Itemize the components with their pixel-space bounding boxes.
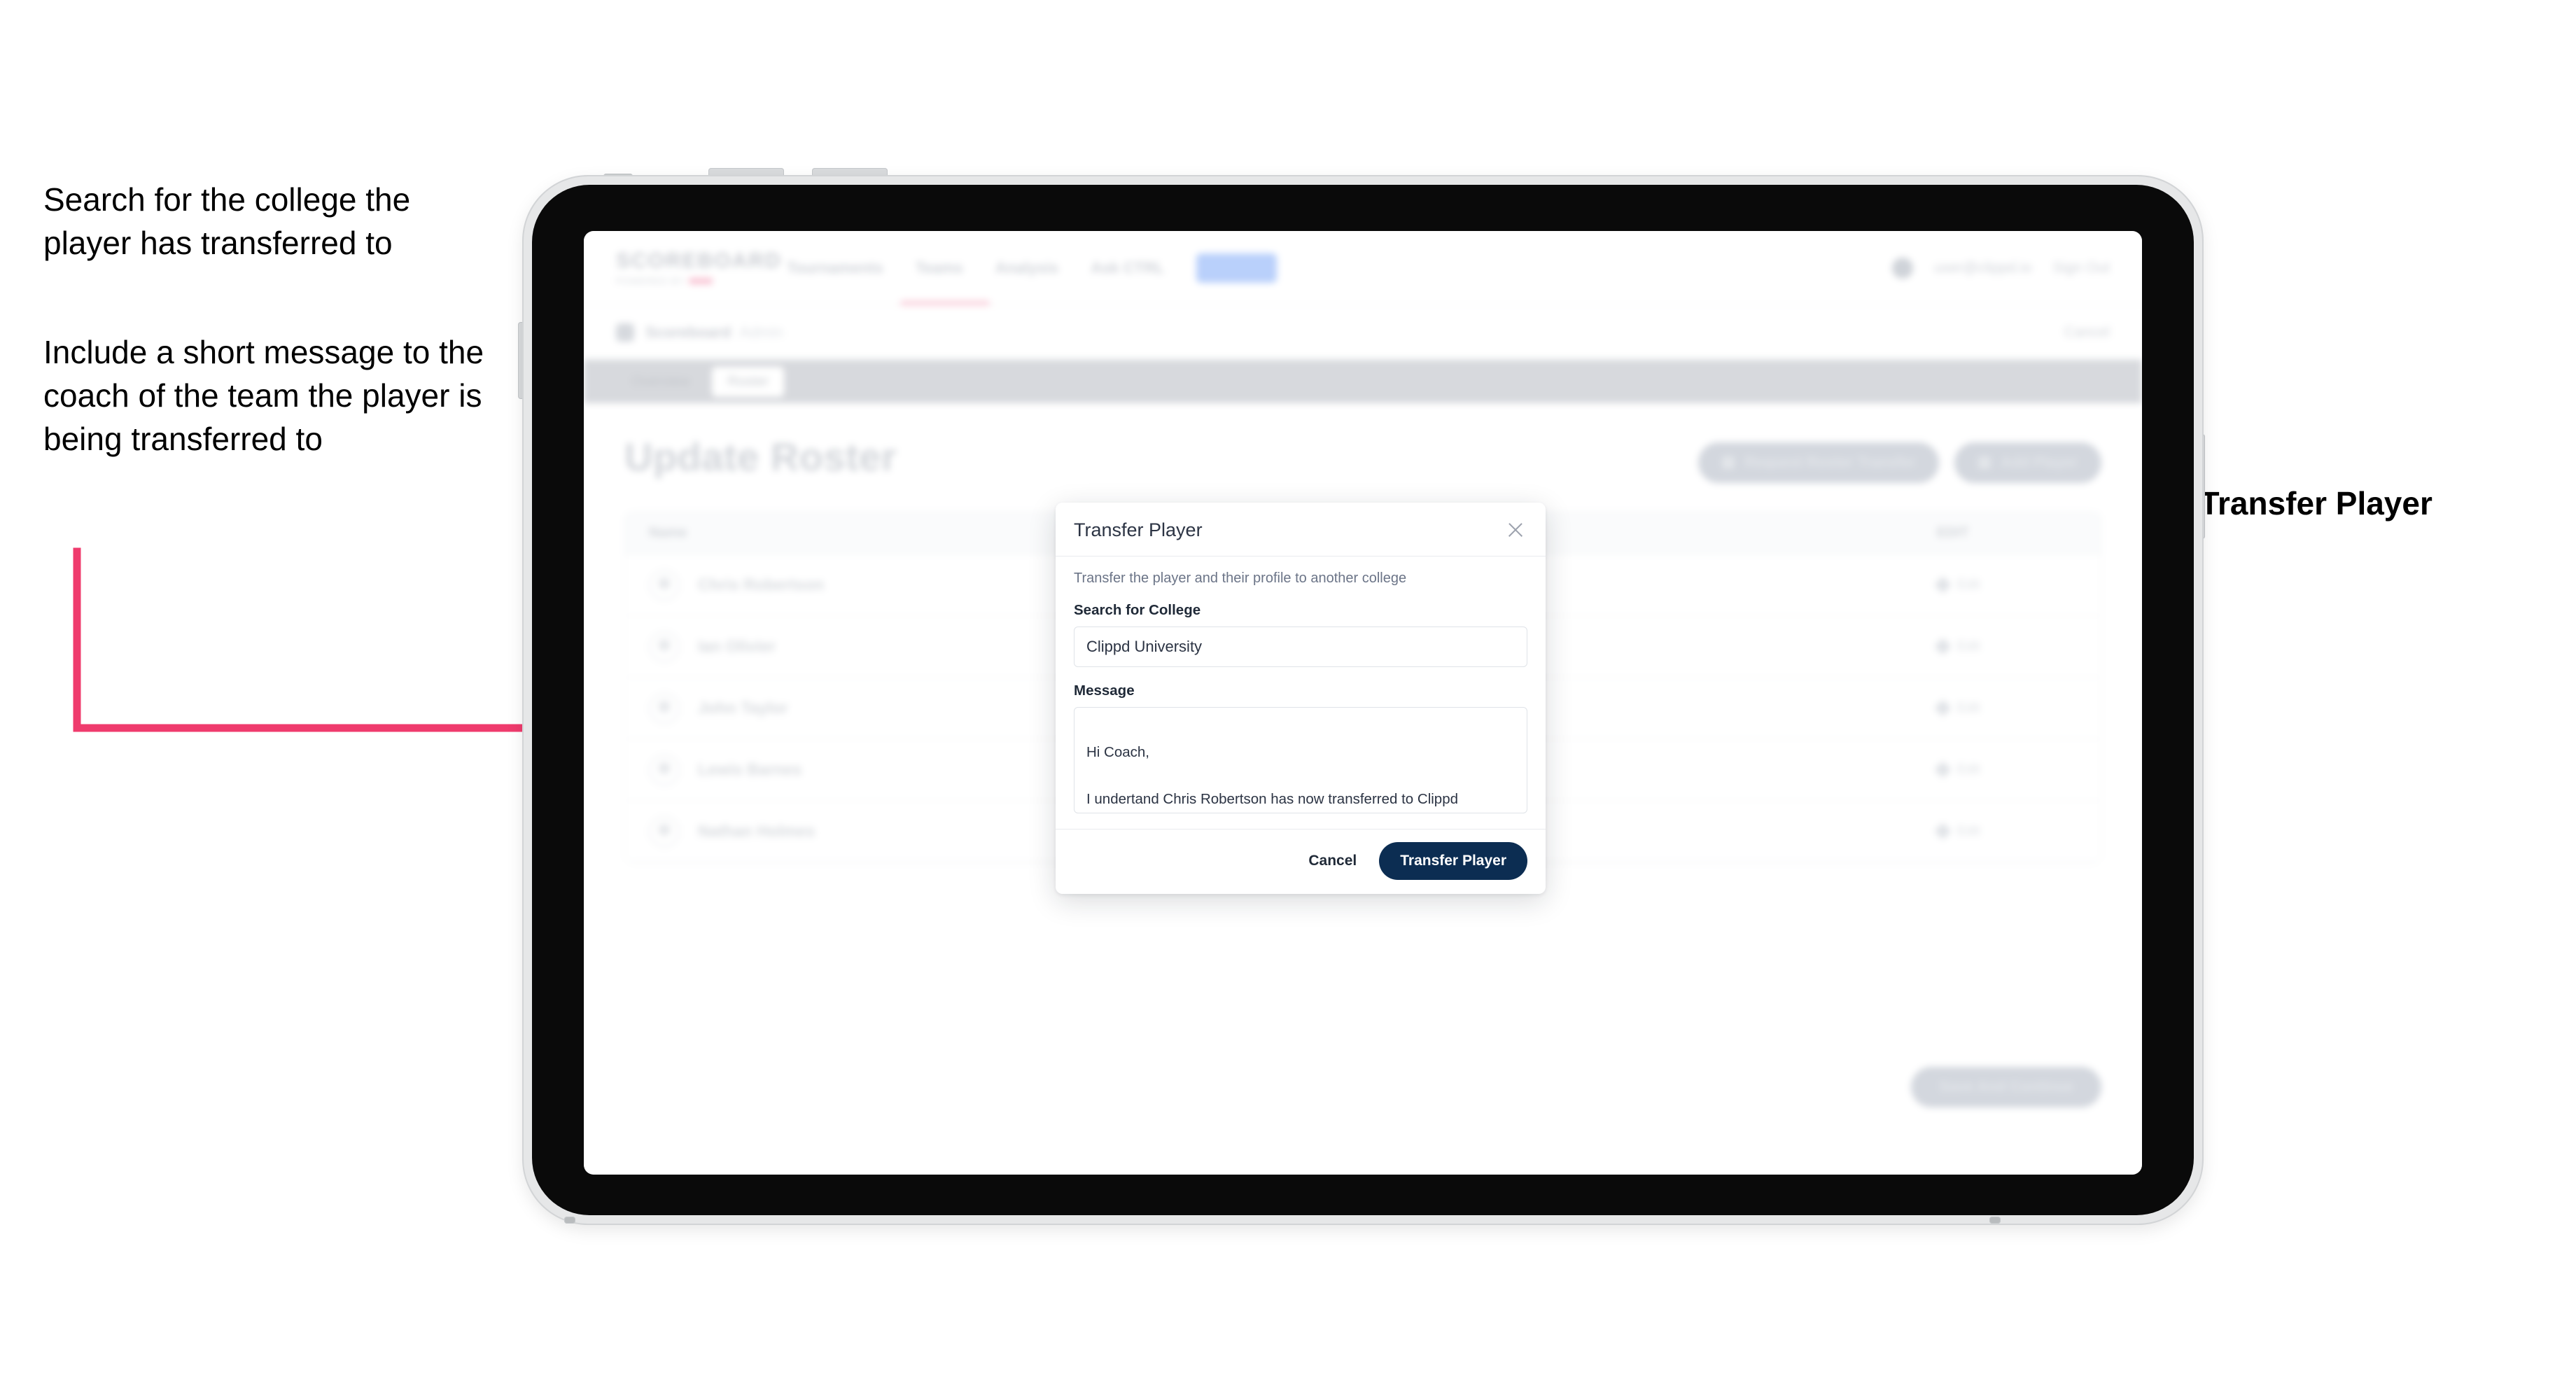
player-name: Nathan Holmes [698, 822, 816, 840]
logo-subtext-row: POWERED BY [616, 276, 749, 286]
add-player-button[interactable]: Add Player [1954, 442, 2101, 483]
player-name: John Taylor [698, 699, 788, 717]
app-nav: Tournaments Teams Analysis Ask CTRL Admi… [787, 253, 1277, 283]
nav-item-ask-ctrl[interactable]: Ask CTRL [1091, 259, 1164, 277]
nav-item-tournaments[interactable]: Tournaments [787, 259, 883, 277]
page-top-actions: Request Roster Transfer Add Player [1698, 442, 2101, 483]
save-and-continue-label: Save And Continue [1939, 1079, 2073, 1095]
logo-subtext: POWERED BY [616, 276, 685, 286]
tablet-bottom-foot-left [564, 1217, 575, 1224]
screenshot-canvas: Search for the college the player has tr… [0, 0, 2576, 1386]
modal-subtitle: Transfer the player and their profile to… [1074, 570, 1407, 586]
message-textarea[interactable]: Hi Coach, I undertand Chris Robertson ha… [1074, 707, 1527, 813]
breadcrumb-cancel-link[interactable]: Cancel [2064, 324, 2110, 341]
app-header-right: user@clippd.io Sign Out [1892, 257, 2110, 279]
pencil-icon [1934, 761, 1952, 778]
edit-label: Edit [1957, 577, 1980, 592]
annotation-click-bold: Transfer Player [2199, 485, 2432, 522]
breadcrumb-subtitle: Admin [739, 323, 783, 341]
save-and-continue-button[interactable]: Save And Continue [1911, 1067, 2101, 1107]
pencil-icon [1934, 699, 1952, 717]
app-header: SCOREBOARD POWERED BY Tournaments Teams … [584, 231, 2142, 305]
edit-label: Edit [1957, 700, 1980, 715]
app-breadcrumb-bar: Scoreboard Admin Cancel [584, 305, 2142, 360]
player-name: Ian Olivier [698, 637, 776, 655]
search-college-label: Search for College [1074, 602, 1201, 618]
row-edit-action[interactable]: Edit [1934, 761, 2077, 778]
avatar [649, 754, 680, 785]
row-edit-action[interactable]: Edit [1934, 638, 2077, 655]
search-college-input[interactable]: Clippd University [1074, 626, 1527, 667]
plus-icon [1978, 456, 1991, 469]
pencil-icon [1934, 638, 1952, 655]
avatar [649, 816, 680, 847]
request-roster-transfer-button[interactable]: Request Roster Transfer [1698, 442, 1940, 483]
tab-roster[interactable]: Roster [712, 366, 785, 397]
annotation-search-college: Search for the college the player has tr… [43, 181, 411, 262]
pencil-icon [1934, 576, 1952, 594]
tablet-bottom-foot-right [1989, 1217, 2001, 1224]
request-roster-transfer-label: Request Roster Transfer [1744, 454, 1916, 470]
pencil-icon [1934, 822, 1952, 840]
field-spacer [1074, 667, 1527, 682]
logo-text: SCOREBOARD [616, 249, 782, 272]
player-name: Lewis Barnes [698, 760, 802, 778]
avatar [649, 692, 680, 724]
message-value: Hi Coach, I undertand Chris Robertson ha… [1086, 744, 1459, 807]
message-label: Message [1074, 682, 1135, 699]
cancel-button[interactable]: Cancel [1303, 846, 1362, 876]
breadcrumb-title[interactable]: Scoreboard [645, 323, 731, 342]
edit-label: Edit [1957, 762, 1980, 777]
nav-item-teams[interactable]: Teams [916, 259, 963, 277]
annotation-include-message: Include a short message to the coach of … [43, 334, 484, 458]
app-tab-strip: Overview Roster [584, 360, 2142, 403]
sign-out-link[interactable]: Sign Out [2052, 260, 2110, 276]
row-edit-action[interactable]: Edit [1934, 822, 2077, 840]
avatar [649, 569, 680, 601]
edit-label: Edit [1957, 823, 1980, 839]
nav-item-analysis[interactable]: Analysis [995, 259, 1059, 277]
nav-item-admin[interactable]: Admin [1196, 253, 1277, 283]
avatar [649, 631, 680, 662]
row-edit-action[interactable]: Edit [1934, 699, 2077, 717]
grid-icon [616, 323, 634, 342]
brand-mark-icon [689, 278, 713, 284]
modal-title: Transfer Player [1074, 519, 1203, 540]
column-header-edit: EDIT [1937, 525, 1969, 540]
user-email: user@clippd.io [1934, 259, 2032, 276]
player-name: Chris Robertson [698, 575, 825, 594]
user-icon [1722, 456, 1735, 469]
transfer-player-modal: Transfer Player Transfer the player and … [1056, 503, 1546, 894]
avatar[interactable] [1892, 257, 1914, 279]
search-college-value: Clippd University [1086, 638, 1203, 655]
tab-overview[interactable]: Overview [616, 367, 705, 397]
row-edit-action[interactable]: Edit [1934, 576, 2077, 594]
close-icon[interactable] [1504, 518, 1527, 542]
transfer-player-button[interactable]: Transfer Player [1379, 842, 1527, 880]
column-header-name: Name [649, 525, 687, 540]
edit-label: Edit [1957, 638, 1980, 654]
modal-header: Transfer Player [1056, 503, 1546, 556]
modal-footer: Cancel Transfer Player [1056, 829, 1546, 894]
app-logo[interactable]: SCOREBOARD POWERED BY [616, 249, 782, 286]
add-player-label: Add Player [2001, 454, 2078, 470]
modal-body: Transfer the player and their profile to… [1056, 556, 1546, 829]
